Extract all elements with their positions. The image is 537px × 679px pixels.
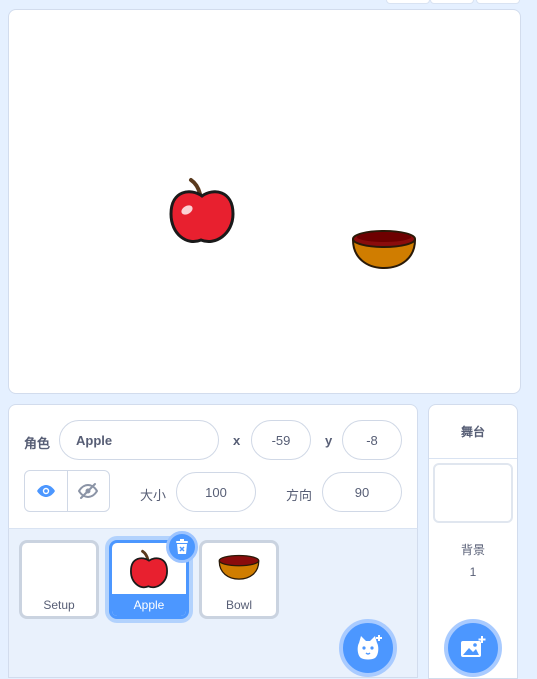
image-add-icon [461,636,486,657]
sprite-tile-bowl[interactable]: Bowl [199,540,279,619]
apple-icon [169,178,235,243]
stage-canvas[interactable] [8,9,521,394]
x-label: x [233,433,241,448]
sprite-tile-label: Setup [43,598,75,612]
direction-input[interactable]: 90 [322,472,402,512]
cat-add-icon [357,635,382,660]
direction-label: 方向 [286,488,313,503]
add-sprite-button[interactable] [339,619,397,677]
sprite-list: Setup Apple Bowl [8,528,418,678]
hide-sprite-button[interactable] [66,471,110,511]
sprite-info-panel: 角色 Apple x -59 y -8 大小 100 方向 90 [8,404,418,529]
size-input[interactable]: 100 [176,472,256,512]
stage-size-normal-button[interactable] [430,0,474,4]
backdrops-count: 1 [469,565,477,579]
stage-panel[interactable]: 舞台 背景 1 [428,404,518,679]
trash-icon [176,539,188,554]
sprite-tile-setup[interactable]: Setup [19,540,99,619]
delete-sprite-button[interactable] [166,531,198,563]
bowl-sprite[interactable] [351,228,417,275]
sprite-tile-label: Apple [112,594,186,616]
eye-slash-icon [78,483,99,499]
show-sprite-button[interactable] [25,471,67,511]
y-input[interactable]: -8 [342,420,402,460]
apple-icon [130,549,168,589]
fullscreen-button[interactable] [476,0,520,4]
stage-thumbnail[interactable] [433,463,513,523]
add-backdrop-button[interactable] [444,619,502,677]
bowl-icon [218,554,260,580]
bowl-icon [351,230,417,270]
backdrops-label: 背景 [460,543,485,557]
stage-title: 舞台 [429,405,517,459]
stage-size-small-button[interactable] [386,0,430,4]
apple-sprite[interactable] [167,176,237,253]
sprite-label: 角色 [24,436,51,451]
size-label: 大小 [140,488,167,503]
x-input[interactable]: -59 [251,420,311,460]
visibility-toggle [24,470,110,512]
sprite-name-input[interactable]: Apple [59,420,219,460]
y-label: y [325,433,333,448]
eye-icon [36,485,55,497]
sprite-tile-label: Bowl [225,598,252,612]
